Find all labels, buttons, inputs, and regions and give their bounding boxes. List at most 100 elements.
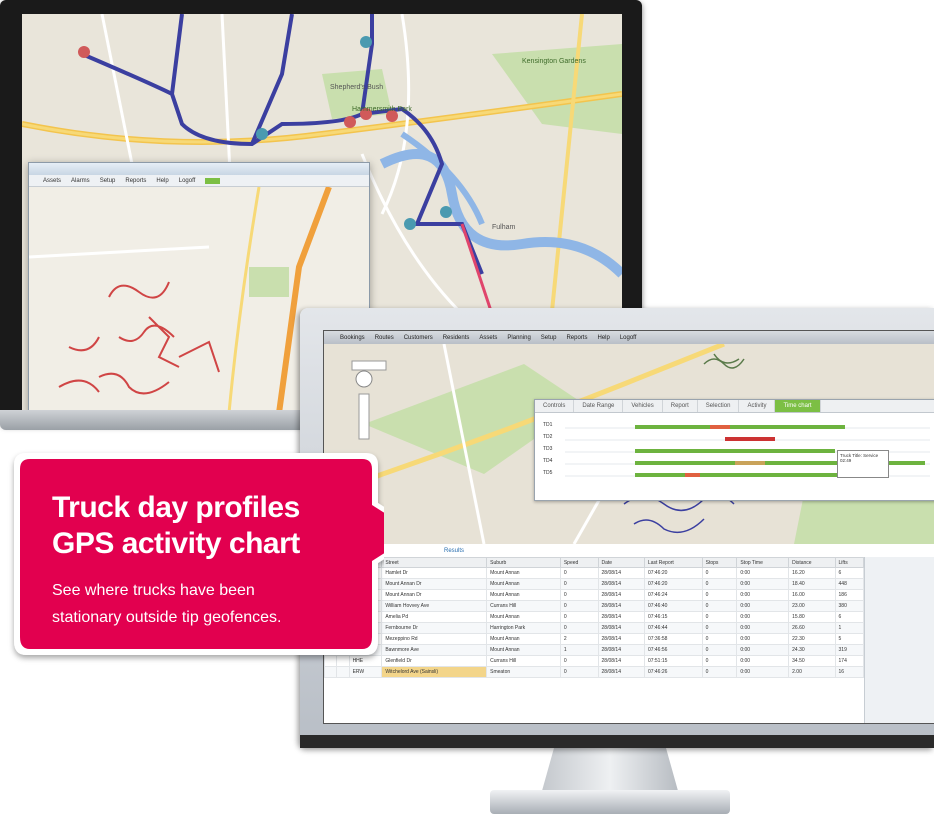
stationary-segment (685, 473, 700, 477)
table-header-row: Street Suburb Speed Date Last Report Sto… (324, 557, 864, 568)
table-cell: 0 (559, 655, 599, 667)
table-cell: 0 (559, 622, 599, 634)
tab-time-chart[interactable]: Time chart (775, 400, 821, 412)
table-cell: 2.00 (788, 666, 836, 678)
table-cell: 0:00 (736, 666, 790, 678)
menu-item[interactable]: Help (156, 178, 168, 184)
table-cell: 28/08/14 (597, 644, 645, 656)
front-monitor-bezel (300, 735, 934, 748)
col-header[interactable]: Stops (701, 557, 738, 568)
table-row[interactable]: ERW Witchelord Ave (Sainsli) Smeaton 0 28/08… (324, 666, 864, 678)
menu-item[interactable]: Reports (566, 335, 587, 341)
tab-vehicles[interactable]: Vehicles (623, 400, 663, 412)
col-header[interactable]: Suburb (486, 557, 561, 568)
table-cell: 07:46:40 (643, 600, 703, 612)
table-row[interactable]: HHE Glenfield Dr Currans Hill 0 28/08/14 07:5… (324, 655, 864, 667)
table-cell: 6 (834, 611, 864, 623)
tab-controls[interactable]: Controls (535, 400, 575, 412)
menu-item[interactable]: Assets (43, 178, 61, 184)
front-menubar: Bookings Routes Customers Residents Asse… (324, 331, 934, 345)
menu-item[interactable]: Residents (443, 335, 470, 341)
table-cell: Hamlet Dr (381, 567, 488, 579)
table-cell: 186 (834, 589, 864, 601)
map-label: Kensington Gardens (522, 58, 586, 65)
table-cell: Mount Annan (486, 567, 561, 579)
table-cell: 34.50 (788, 655, 836, 667)
col-header[interactable]: Street (381, 557, 488, 568)
table-row[interactable]: EdenMezeppino RdMount Annan228/08/1407:3… (324, 633, 864, 645)
table-cell: 0:00 (736, 633, 790, 645)
menu-item[interactable]: Setup (541, 335, 557, 341)
table-cell: 0:00 (736, 611, 790, 623)
tab-report[interactable]: Report (663, 400, 698, 412)
activity-bar (725, 437, 775, 441)
menu-item[interactable]: Alarms (71, 178, 90, 184)
front-map[interactable]: Controls Date Range Vehicles Report Sele… (324, 344, 934, 544)
menu-item-active[interactable] (205, 177, 220, 184)
table-row[interactable]: StirryBawnmore AveMount Annan128/08/1407… (324, 644, 864, 656)
stationary-segment (735, 461, 765, 465)
tab-date-range[interactable]: Date Range (574, 400, 624, 412)
table-cell: 07:46:20 (643, 567, 703, 579)
table-cell: 28/08/14 (597, 589, 645, 601)
table-cell: 0 (701, 600, 738, 612)
table-cell: 0:00 (736, 589, 790, 601)
table-cell: 07:46:20 (643, 578, 703, 590)
table-cell: 1 (834, 622, 864, 634)
table-row[interactable]: StirryMount Annan DrMount Annan028/08/14… (324, 589, 864, 601)
menu-item[interactable]: Planning (507, 335, 530, 341)
popup-titlebar[interactable] (29, 163, 369, 175)
table-cell: 0 (559, 567, 599, 579)
table-row[interactable]: HEMount Annan DrMount Annan028/08/1407:4… (324, 578, 864, 590)
menu-item[interactable]: Logoff (179, 178, 196, 184)
table-cell: 07:36:58 (643, 633, 703, 645)
table-row[interactable]: StirryHamlet DrMount Annan028/08/1407:46… (324, 567, 864, 579)
table-cell: 28/08/14 (597, 655, 645, 667)
col-header[interactable]: Last Report (643, 557, 703, 568)
col-header[interactable]: Stop Time (736, 557, 790, 568)
col-header[interactable]: Distance (788, 557, 836, 568)
table-cell: 0:00 (736, 567, 790, 579)
activity-bar (635, 449, 835, 453)
table-row[interactable]: ERWWilliam Hovvey AveCurrans Hill028/08/… (324, 600, 864, 612)
table-cell: Currans Hill (486, 600, 561, 612)
table-cell: Amelia Pd (381, 611, 488, 623)
tab-results[interactable]: Results (444, 548, 464, 554)
table-cell: 0:00 (736, 600, 790, 612)
table-cell: 0:00 (736, 622, 790, 634)
table-cell: Currans Hill (486, 655, 561, 667)
side-panel (864, 557, 934, 723)
tab-selection[interactable]: Selection (698, 400, 740, 412)
table-cell: Glenfield Dr (381, 655, 488, 667)
menu-item[interactable]: Routes (375, 335, 394, 341)
col-header[interactable]: Lifts (834, 557, 864, 568)
map-label: Hammersmith Park (352, 106, 412, 113)
table-cell: 0 (701, 611, 738, 623)
table-cell: 0 (701, 622, 738, 634)
col-header[interactable]: Speed (559, 557, 599, 568)
front-screen[interactable]: Bookings Routes Customers Residents Asse… (323, 330, 934, 724)
menu-item[interactable]: Reports (125, 178, 146, 184)
table-cell: 28/08/14 (597, 666, 645, 678)
activity-chart-panel[interactable]: Controls Date Range Vehicles Report Sele… (534, 399, 934, 501)
menu-item[interactable]: Setup (100, 178, 116, 184)
table-cell: Mount Annan (486, 644, 561, 656)
table-row[interactable]: StirryAmelia PdMount Annan028/08/1407:46… (324, 611, 864, 623)
table-cell: 380 (834, 600, 864, 612)
table-cell: 23.00 (788, 600, 836, 612)
menu-item[interactable]: Assets (479, 335, 497, 341)
menu-item[interactable]: Customers (404, 335, 433, 341)
map-label: Shepherd's Bush (330, 84, 384, 91)
table-cell: 07:46:24 (643, 589, 703, 601)
menu-item[interactable]: Logoff (620, 335, 637, 341)
activity-bar (635, 425, 845, 429)
menu-item[interactable]: Help (597, 335, 609, 341)
table-cell: 2 (559, 633, 599, 645)
tab-activity[interactable]: Activity (739, 400, 776, 412)
col-header[interactable]: Date (597, 557, 645, 568)
callout-title-line: Truck day profiles (52, 491, 300, 524)
table-row[interactable]: WmFernbourne DrHarrington Park028/08/140… (324, 622, 864, 634)
table-cell: 16.20 (788, 567, 836, 579)
table-cell: 0 (701, 655, 738, 667)
menu-item[interactable]: Bookings (340, 335, 365, 341)
